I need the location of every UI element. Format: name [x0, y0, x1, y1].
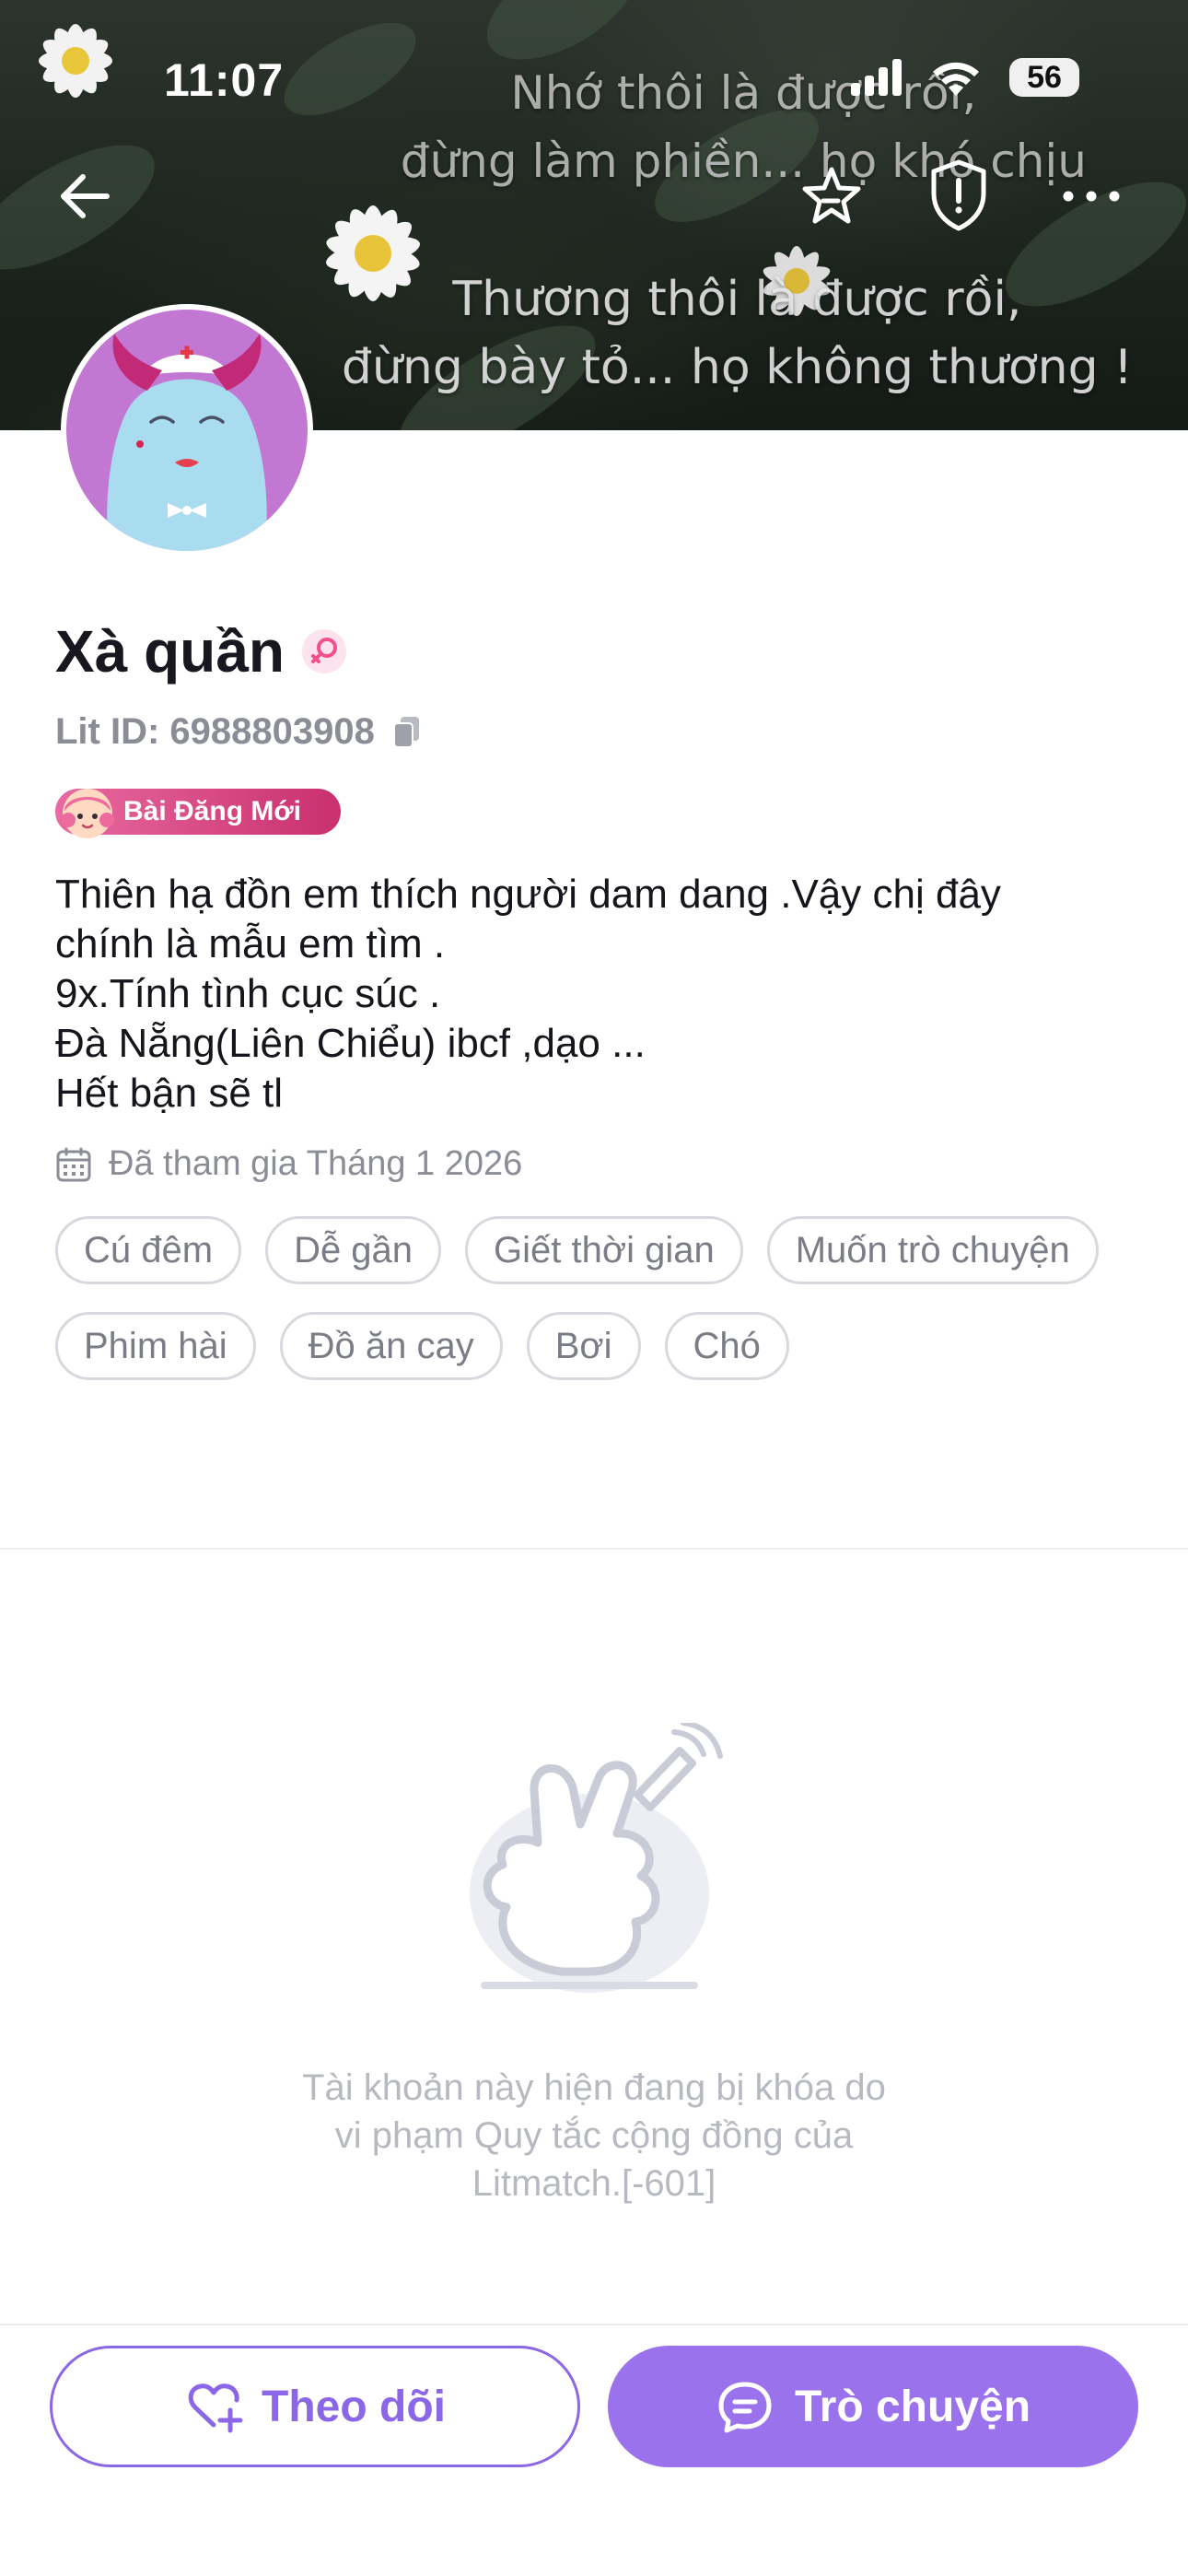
cover-caption-bottom: Thương thôi là được rồi, đừng bày tỏ... …	[341, 272, 1133, 395]
joined-date: Đã tham gia Tháng 1 2026	[109, 1144, 523, 1183]
tag-chip: Giết thời gian	[465, 1216, 743, 1284]
new-post-badge-label: Bài Đăng Mới	[123, 796, 302, 826]
shield-alert-icon[interactable]	[925, 157, 993, 234]
lit-id-row: Lit ID: 6988803908	[55, 711, 423, 753]
tag-chip: Muốn trò chuyện	[766, 1216, 1099, 1284]
chat-button[interactable]: Trò chuyện	[608, 2346, 1138, 2467]
star-icon[interactable]	[798, 162, 866, 230]
follow-button-label: Theo dõi	[262, 2382, 446, 2431]
avatar[interactable]	[61, 304, 313, 556]
locked-account-illustration	[470, 1723, 723, 1993]
joined-row: Đã tham gia Tháng 1 2026	[55, 1144, 522, 1184]
profile-bio: Thiên hạ đồn em thích người dam dang .Vậ…	[55, 872, 1001, 1116]
locked-account-message: Tài khoản này hiện đang bị khóa do vi ph…	[302, 2067, 886, 2204]
tag-chip: Dễ gần	[265, 1216, 442, 1284]
tag-chip: Bơi	[526, 1312, 641, 1380]
chat-bubble-icon	[718, 2382, 772, 2433]
tag-chip: Chó	[664, 1312, 789, 1380]
section-divider	[0, 1548, 1188, 1550]
interest-tags: Cú đêm Dễ gần Giết thời gian Muốn trò ch…	[55, 1216, 1142, 1380]
copy-icon[interactable]	[391, 715, 423, 750]
female-icon	[301, 629, 346, 673]
lit-id: Lit ID: 6988803908	[55, 711, 375, 752]
status-icons: 56	[851, 57, 1079, 98]
follow-button[interactable]: Theo dõi	[50, 2346, 580, 2467]
tag-chip: Cú đêm	[55, 1216, 242, 1284]
profile-name-row: Xà quần	[55, 617, 347, 685]
arrow-left-icon[interactable]	[52, 162, 120, 230]
status-time: 11:07	[164, 54, 285, 106]
wifi-icon	[933, 62, 979, 96]
heart-plus-icon	[188, 2383, 243, 2433]
tag-chip: Đồ ăn cay	[279, 1312, 503, 1380]
calendar-icon	[56, 1147, 91, 1181]
cellular-signal-icon	[851, 59, 902, 96]
battery-indicator: 56	[1009, 58, 1079, 97]
daisy-flower-image	[39, 24, 112, 98]
profile-name: Xà quần	[55, 618, 285, 685]
chat-button-label: Trò chuyện	[794, 2382, 1031, 2431]
bottom-bar-divider	[0, 2324, 1188, 2325]
new-post-badge[interactable]: Bài Đăng Mới	[55, 789, 341, 838]
badge-avatar-icon	[61, 789, 114, 838]
tag-chip: Phim hài	[55, 1312, 256, 1380]
avatar-character-image	[107, 334, 267, 551]
more-dots-icon[interactable]	[1059, 182, 1124, 210]
